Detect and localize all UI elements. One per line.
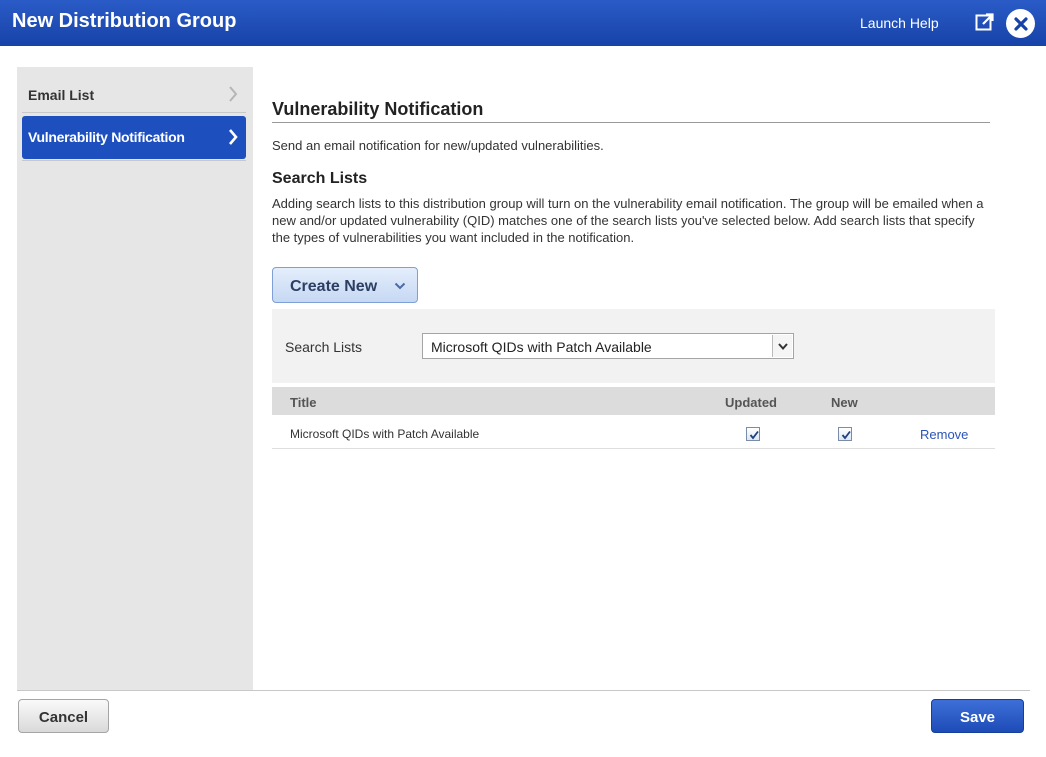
chevron-down-icon[interactable] bbox=[772, 335, 792, 357]
footer-divider bbox=[17, 690, 1030, 691]
section-title: Vulnerability Notification bbox=[272, 99, 484, 119]
save-button[interactable]: Save bbox=[931, 699, 1024, 733]
new-checkbox[interactable] bbox=[838, 427, 852, 441]
sidebar-item-email-list[interactable]: Email List bbox=[22, 73, 246, 113]
popout-icon[interactable] bbox=[975, 12, 995, 32]
column-title: Title bbox=[290, 395, 317, 410]
search-lists-description: Adding search lists to this distribution… bbox=[272, 196, 984, 245]
section-divider bbox=[272, 122, 990, 123]
row-title: Microsoft QIDs with Patch Available bbox=[290, 427, 480, 441]
column-updated: Updated bbox=[725, 395, 777, 410]
save-label: Save bbox=[959, 709, 996, 726]
remove-link[interactable]: Remove bbox=[920, 427, 968, 442]
sidebar-divider bbox=[22, 160, 246, 161]
cancel-label: Cancel bbox=[38, 709, 89, 726]
sidebar-item-label: Email List bbox=[28, 87, 95, 103]
table-header: Title Updated New bbox=[272, 387, 995, 415]
chevron-right-icon bbox=[229, 129, 238, 145]
create-new-button[interactable]: Create New bbox=[272, 267, 418, 303]
table-row: Microsoft QIDs with Patch Available Remo… bbox=[272, 419, 995, 449]
column-new: New bbox=[831, 395, 858, 410]
sidebar-item-vulnerability-notification[interactable]: Vulnerability Notification bbox=[22, 116, 246, 159]
sidebar-nav: Email List Vulnerability Notification bbox=[17, 67, 253, 690]
search-lists-heading: Search Lists bbox=[272, 170, 368, 187]
sidebar-item-label: Vulnerability Notification bbox=[28, 129, 185, 145]
close-icon[interactable] bbox=[1006, 9, 1035, 38]
selected-value: Microsoft QIDs with Patch Available bbox=[431, 339, 652, 355]
search-lists-label: Search Lists bbox=[285, 339, 363, 355]
section-description: Send an email notification for new/updat… bbox=[272, 138, 604, 153]
search-lists-filter: Search Lists Microsoft QIDs with Patch A… bbox=[272, 309, 995, 383]
dialog-title-bar: New Distribution Group Launch Help bbox=[0, 0, 1046, 46]
cancel-button[interactable]: Cancel bbox=[18, 699, 109, 733]
updated-checkbox[interactable] bbox=[746, 427, 760, 441]
chevron-right-icon bbox=[229, 86, 238, 102]
dialog-title: New Distribution Group bbox=[12, 10, 237, 32]
chevron-down-icon bbox=[394, 282, 406, 290]
search-lists-select[interactable]: Microsoft QIDs with Patch Available bbox=[422, 333, 794, 359]
create-new-label: Create New bbox=[290, 278, 378, 295]
launch-help-link[interactable]: Launch Help bbox=[860, 15, 939, 31]
